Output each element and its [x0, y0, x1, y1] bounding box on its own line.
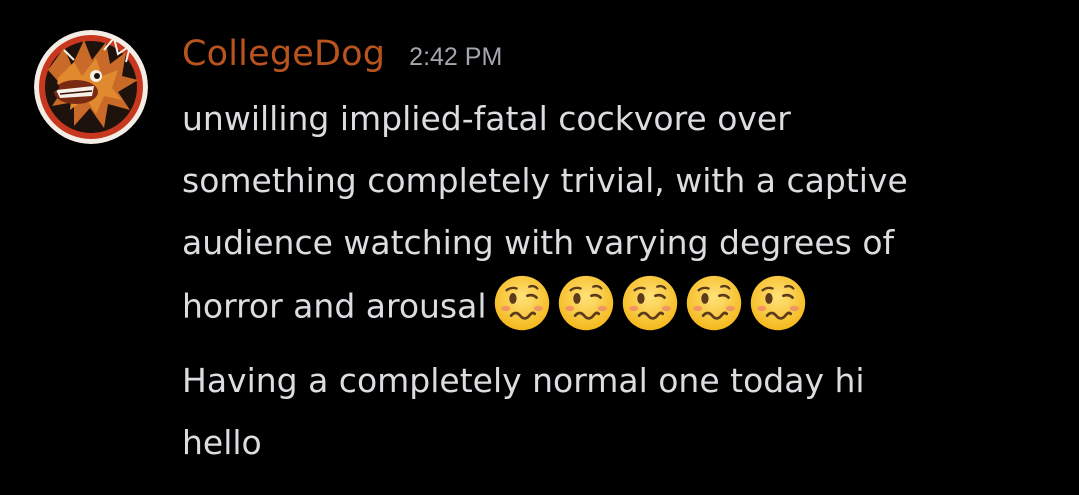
woozy-face-icon	[557, 274, 615, 332]
message-line: something completely trivial, with a cap…	[182, 161, 908, 200]
avatar-image	[34, 30, 148, 144]
woozy-face-icon	[685, 274, 743, 332]
second-message-line: Having a completely normal one today hi	[182, 361, 865, 400]
message-header: CollegeDog 2:42 PM	[182, 34, 502, 84]
message-line: unwilling implied-fatal cockvore over	[182, 99, 791, 138]
username[interactable]: CollegeDog	[182, 34, 385, 74]
woozy-face-icon	[749, 274, 807, 332]
message-line-with-emoji: horror and arousal	[182, 274, 1062, 338]
woozy-face-icon	[621, 274, 679, 332]
woozy-face-icon	[493, 274, 551, 332]
timestamp: 2:42 PM	[409, 43, 503, 71]
emoji-row	[487, 275, 807, 330]
second-message-line: hello	[182, 423, 262, 462]
message-line: audience watching with varying degrees o…	[182, 223, 895, 262]
chat-message: CollegeDog 2:42 PM unwilling implied-fat…	[0, 0, 1079, 495]
avatar[interactable]	[34, 30, 148, 144]
message-line: horror and arousal	[182, 286, 487, 326]
